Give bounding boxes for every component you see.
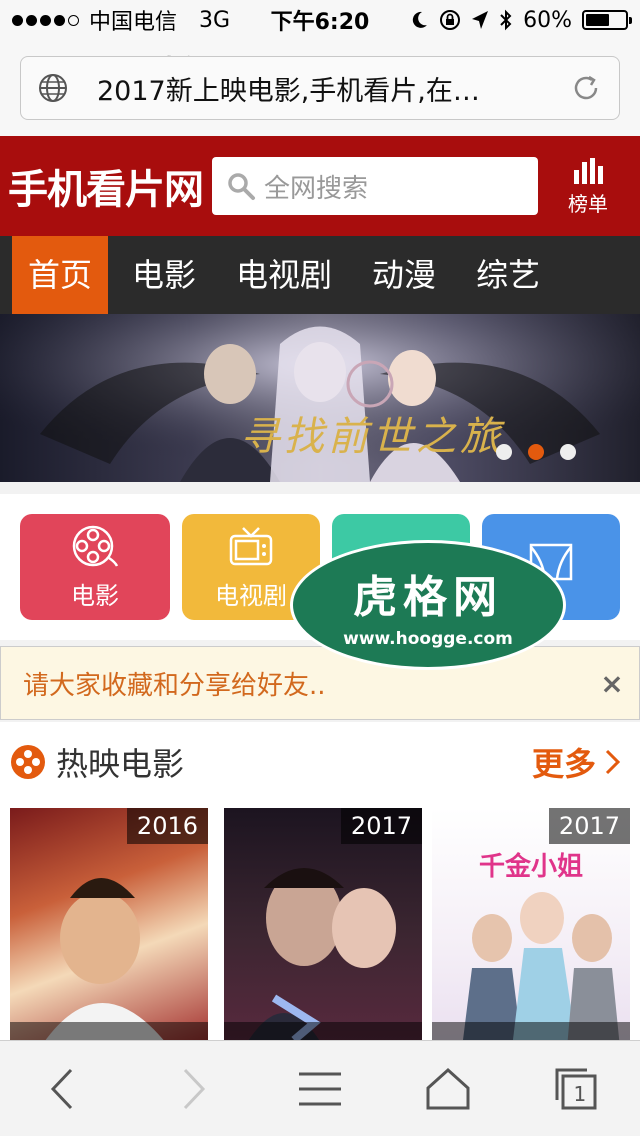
- browser-toolbar: 1: [0, 1040, 640, 1136]
- battery-icon: [582, 10, 632, 30]
- hot-movies-header: 热映电影 更多: [0, 722, 640, 802]
- back-button[interactable]: [0, 1066, 128, 1112]
- chevron-right-icon: [605, 749, 621, 775]
- carousel-dot[interactable]: [496, 444, 512, 460]
- movie-poster-image: [462, 892, 620, 1048]
- reload-icon[interactable]: [569, 71, 603, 105]
- network-type: 3G: [199, 7, 231, 33]
- movie-poster-image: [244, 868, 396, 1048]
- page-title: 2017新上映电影,手机看片,在…: [97, 75, 480, 107]
- ranking-button[interactable]: 榜单: [538, 156, 638, 217]
- moon-icon: [412, 11, 428, 28]
- main-nav: 首页 电影 电视剧 动漫 综艺: [0, 236, 640, 314]
- nav-item-variety[interactable]: 综艺: [460, 236, 556, 314]
- location-arrow-icon: [472, 11, 489, 29]
- status-bar: 中国电信 3G 下午6:20 60%: [0, 0, 640, 40]
- menu-icon: [299, 1072, 341, 1105]
- site-logo[interactable]: 手机看片网: [8, 157, 204, 215]
- bar-chart-icon: [574, 157, 603, 184]
- carousel-indicators[interactable]: [496, 444, 576, 460]
- clock: 下午6:20: [270, 10, 370, 35]
- carousel-dot-active[interactable]: [528, 444, 544, 460]
- home-icon: [426, 1067, 470, 1109]
- movie-poster-image: [40, 878, 170, 1048]
- category-label: 电视剧: [215, 581, 287, 610]
- tabs-count: 1: [573, 1081, 587, 1106]
- movie-card[interactable]: 2016: [10, 808, 208, 1048]
- close-icon[interactable]: ×: [585, 667, 639, 700]
- banner-carousel[interactable]: 寻找前世之旅: [0, 314, 640, 482]
- banner-title-art: 寻找前世之旅: [240, 414, 504, 460]
- nav-item-anime[interactable]: 动漫: [356, 236, 452, 314]
- film-reel-icon: [72, 525, 119, 567]
- watermark-brand: 虎格网: [353, 572, 503, 623]
- movie-list: 2016 2017 千金小姐 2017: [0, 802, 640, 1062]
- nav-item-home[interactable]: 首页: [12, 236, 109, 314]
- bluetooth-icon: [500, 9, 512, 31]
- category-label: 电影: [71, 581, 119, 610]
- nav-item-movies[interactable]: 电影: [116, 236, 212, 314]
- carrier-label: 中国电信: [89, 10, 178, 35]
- search-icon: [228, 173, 255, 200]
- notice-text: 请大家收藏和分享给好友..: [23, 670, 326, 701]
- address-bar[interactable]: 2017新上映电影,手机看片,在…: [20, 56, 620, 120]
- category-movies[interactable]: 电影: [20, 514, 170, 620]
- chevron-right-icon: [183, 1068, 206, 1109]
- more-label: 更多: [531, 745, 596, 783]
- forward-button[interactable]: [128, 1066, 256, 1112]
- search-input[interactable]: 全网搜索: [212, 157, 538, 215]
- notice-bar: 请大家收藏和分享给好友.. ×: [0, 646, 640, 720]
- tv-icon: [229, 526, 273, 565]
- movie-card[interactable]: 千金小姐 2017: [432, 808, 630, 1048]
- watermark-badge: 虎格网 www.hoogge.com: [290, 540, 566, 670]
- battery-percent: 60%: [523, 7, 572, 33]
- movie-card[interactable]: 2017: [224, 808, 422, 1048]
- more-link[interactable]: 更多: [532, 739, 624, 785]
- carousel-dot[interactable]: [560, 444, 576, 460]
- tabs-button[interactable]: 1: [512, 1066, 640, 1112]
- browser-chrome: BOSS 资源 2017新上映电影,手机看片,在…: [0, 40, 640, 136]
- home-button[interactable]: [384, 1066, 512, 1112]
- poster-title: 千金小姐: [478, 852, 583, 882]
- signal-strength-icon: [12, 14, 79, 26]
- year-badge: 2017: [548, 808, 630, 844]
- nav-item-tv[interactable]: 电视剧: [220, 236, 348, 314]
- search-placeholder: 全网搜索: [264, 173, 369, 204]
- year-badge: 2016: [126, 808, 208, 844]
- year-badge: 2017: [340, 808, 422, 844]
- rotation-lock-icon: [440, 10, 461, 30]
- site-header: 手机看片网 全网搜索 榜单: [0, 136, 640, 236]
- globe-icon: [39, 74, 67, 102]
- watermark-url: www.hoogge.com: [343, 629, 513, 649]
- chevron-left-icon: [50, 1068, 73, 1109]
- section-title: 热映电影: [56, 745, 185, 783]
- ranking-label: 榜单: [568, 191, 608, 216]
- menu-button[interactable]: [256, 1066, 384, 1112]
- film-reel-icon: [11, 745, 45, 779]
